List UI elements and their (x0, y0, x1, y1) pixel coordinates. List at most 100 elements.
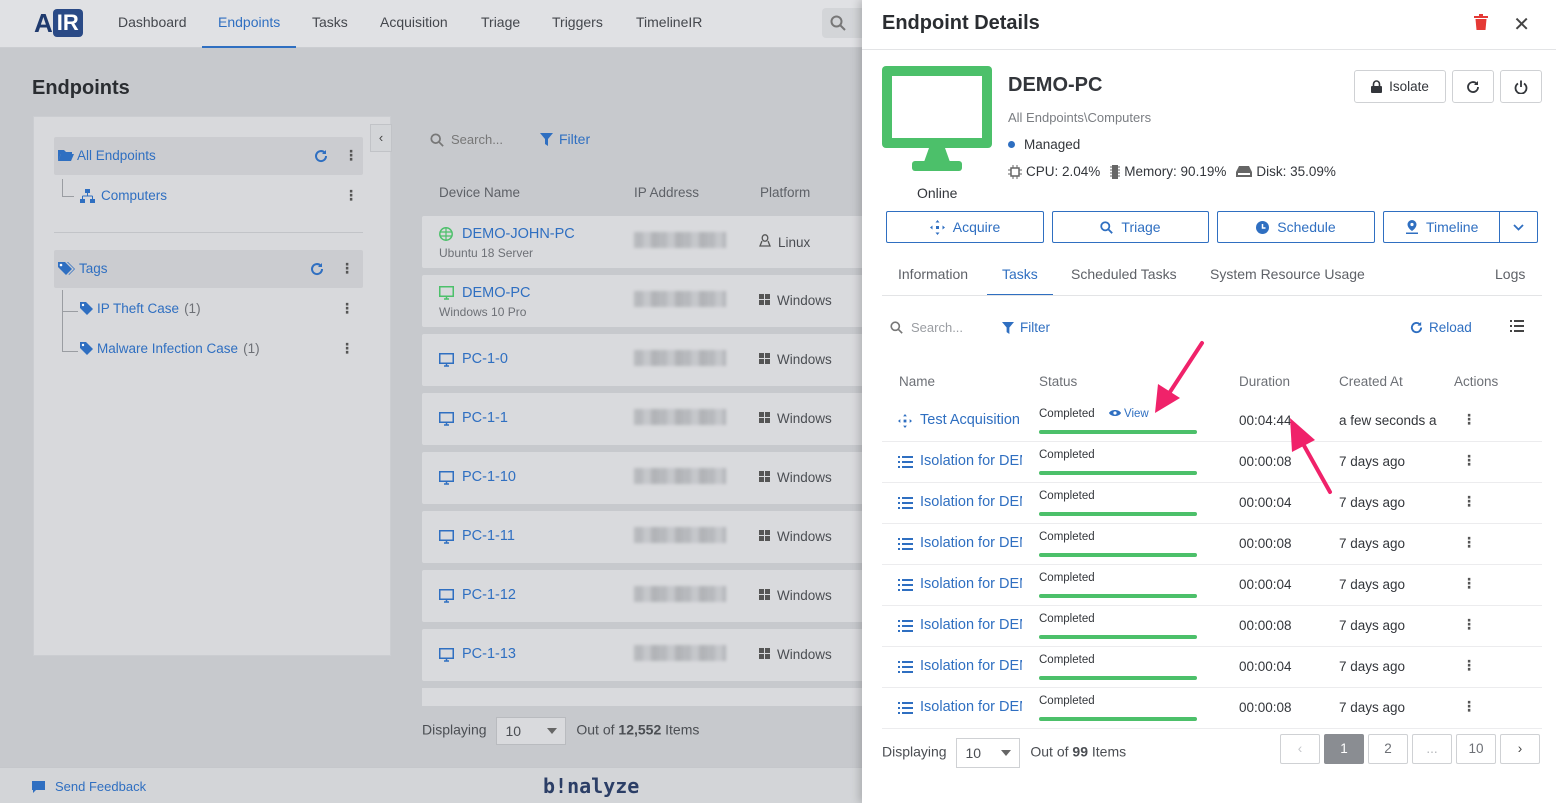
col-device-name[interactable]: Device Name (439, 185, 520, 200)
list-search-input[interactable]: Search... (451, 132, 503, 147)
task-name-link[interactable]: Test Acquisition (920, 412, 1022, 428)
device-name-link[interactable]: PC-1-11 (462, 528, 515, 544)
device-row[interactable]: PC-1-10 Windows (422, 452, 872, 504)
kebab-menu-icon[interactable]: ⋮ (1462, 657, 1476, 674)
tab-information[interactable]: Information (898, 258, 968, 296)
isolate-button[interactable]: Isolate (1354, 70, 1446, 103)
device-row[interactable]: DEMO-PC Windows 10 Pro Windows (422, 275, 872, 327)
schedule-button[interactable]: Schedule (1217, 211, 1375, 243)
task-status: Completed (1039, 613, 1095, 625)
kebab-menu-icon[interactable]: ⋮ (1462, 411, 1476, 428)
device-name-link[interactable]: PC-1-1 (462, 410, 508, 426)
timeline-button[interactable]: Timeline (1383, 211, 1538, 243)
col-name[interactable]: Name (899, 374, 935, 389)
device-row[interactable]: PC-1-1 Windows (422, 393, 872, 445)
device-name-link[interactable]: PC-1-12 (462, 587, 516, 603)
task-name-link[interactable]: Isolation for DEMO-PC (920, 535, 1022, 551)
next-page-button[interactable]: › (1500, 734, 1540, 764)
nav-tasks[interactable]: Tasks (312, 0, 348, 48)
acquire-button[interactable]: Acquire (886, 211, 1044, 243)
task-name-link[interactable]: Isolation for DEMO-PC (920, 494, 1022, 510)
col-duration[interactable]: Duration (1239, 374, 1290, 389)
air-logo[interactable]: A IR (34, 8, 83, 38)
collapse-panel-button[interactable]: ‹ (370, 124, 392, 152)
tasks-search-input[interactable]: Search... (890, 320, 963, 335)
list-filter-button[interactable]: Filter (540, 131, 590, 147)
tab-scheduled-tasks[interactable]: Scheduled Tasks (1071, 258, 1177, 296)
device-row[interactable]: PC-1-0 Windows (422, 334, 872, 386)
task-row[interactable]: Isolation for DEMO-PCCompleted00:00:087 … (882, 524, 1542, 565)
nav-triggers[interactable]: Triggers (552, 0, 603, 48)
kebab-menu-icon[interactable]: ⋮ (1462, 534, 1476, 551)
tasks-filter-button[interactable]: Filter (1002, 320, 1050, 335)
nav-triage[interactable]: Triage (481, 0, 520, 48)
prev-page-button[interactable]: ‹ (1280, 734, 1320, 764)
device-name-link[interactable]: PC-1-0 (462, 351, 508, 367)
device-row[interactable]: DEMO-JOHN-PC Ubuntu 18 Server Linux (422, 216, 872, 268)
tree-tag-malware[interactable]: Malware Infection Case (1) (80, 341, 260, 356)
task-name-link[interactable]: Isolation for DEMO-PC (920, 453, 1022, 469)
nav-acquisition[interactable]: Acquisition (380, 0, 448, 48)
device-name-link[interactable]: DEMO-PC (462, 285, 530, 301)
nav-endpoints[interactable]: Endpoints (202, 0, 297, 48)
task-row[interactable]: Isolation for DEMO-PCCompleted00:00:087 … (882, 606, 1542, 647)
page-button-10[interactable]: 10 (1456, 734, 1496, 764)
column-settings-icon[interactable] (1510, 320, 1524, 332)
kebab-menu-icon[interactable]: ⋮ (344, 187, 358, 204)
kebab-menu-icon[interactable]: ⋮ (1462, 493, 1476, 510)
tab-system-resource-usage[interactable]: System Resource Usage (1210, 258, 1365, 296)
trash-icon[interactable] (1474, 14, 1488, 30)
col-ip-address[interactable]: IP Address (634, 185, 699, 200)
page-size-select[interactable]: 10 (496, 717, 567, 745)
task-name-link[interactable]: Isolation for DEMO-PC (920, 699, 1022, 715)
kebab-menu-icon[interactable]: ⋮ (1462, 575, 1476, 592)
kebab-menu-icon[interactable]: ⋮ (340, 340, 354, 357)
device-name-link[interactable]: PC-1-10 (462, 469, 516, 485)
nav-timelineir[interactable]: TimelineIR (636, 0, 702, 48)
kebab-menu-icon[interactable]: ⋮ (340, 300, 354, 317)
tree-computers[interactable]: Computers (80, 188, 167, 203)
device-name-link[interactable]: DEMO-JOHN-PC (462, 226, 575, 242)
reload-label: Reload (1429, 320, 1472, 335)
task-row[interactable]: Isolation for DEMO-PCCompleted00:00:087 … (882, 442, 1542, 483)
kebab-menu-icon[interactable]: ⋮ (1462, 616, 1476, 633)
tree-tag-ip-theft[interactable]: IP Theft Case (1) (80, 301, 201, 316)
send-feedback-link[interactable]: Send Feedback (32, 779, 146, 794)
task-name-link[interactable]: Isolation for DEMO-PC (920, 658, 1022, 674)
triage-button[interactable]: Triage (1052, 211, 1209, 243)
kebab-menu-icon[interactable]: ⋮ (1462, 452, 1476, 469)
page-button-1[interactable]: 1 (1324, 734, 1364, 764)
timeline-dropdown-toggle[interactable] (1499, 212, 1537, 242)
refresh-button[interactable] (1452, 70, 1494, 103)
col-platform[interactable]: Platform (760, 185, 810, 200)
tree-tags[interactable]: Tags (58, 261, 108, 276)
tree-all-endpoints[interactable]: All Endpoints (58, 148, 156, 163)
tab-logs[interactable]: Logs (1495, 258, 1525, 296)
shutdown-button[interactable] (1500, 70, 1542, 103)
kebab-menu-icon[interactable]: ⋮ (1462, 698, 1476, 715)
device-row[interactable]: PC-1-11 Windows (422, 511, 872, 563)
device-row[interactable]: PC-1-12 Windows (422, 570, 872, 622)
col-actions[interactable]: Actions (1454, 374, 1498, 389)
kebab-menu-icon[interactable]: ⋮ (344, 147, 358, 164)
tab-tasks[interactable]: Tasks (987, 258, 1053, 296)
device-name-link[interactable]: PC-1-13 (462, 646, 516, 662)
view-link[interactable]: View (1109, 408, 1149, 420)
nav-dashboard[interactable]: Dashboard (118, 0, 187, 48)
refresh-icon[interactable] (314, 149, 328, 163)
col-created-at[interactable]: Created At (1339, 374, 1403, 389)
refresh-icon[interactable] (310, 262, 324, 276)
device-row[interactable]: PC-1-13 Windows (422, 629, 872, 681)
task-name-link[interactable]: Isolation for DEMO-PC (920, 617, 1022, 633)
task-row[interactable]: Isolation for DEMO-PCCompleted00:00:047 … (882, 647, 1542, 688)
kebab-menu-icon[interactable]: ⋮ (340, 260, 354, 277)
task-row[interactable]: Isolation for DEMO-PCCompleted00:00:047 … (882, 565, 1542, 606)
page-size-select[interactable]: 10 (956, 738, 1021, 768)
col-status[interactable]: Status (1039, 374, 1077, 389)
task-row[interactable]: Isolation for DEMO-PCCompleted00:00:087 … (882, 688, 1542, 729)
task-name-link[interactable]: Isolation for DEMO-PC (920, 576, 1022, 592)
tasks-reload-button[interactable]: Reload (1410, 320, 1472, 335)
close-icon[interactable]: ✕ (1513, 12, 1530, 37)
task-row[interactable]: Isolation for DEMO-PCCompleted00:00:047 … (882, 483, 1542, 524)
page-button-2[interactable]: 2 (1368, 734, 1408, 764)
